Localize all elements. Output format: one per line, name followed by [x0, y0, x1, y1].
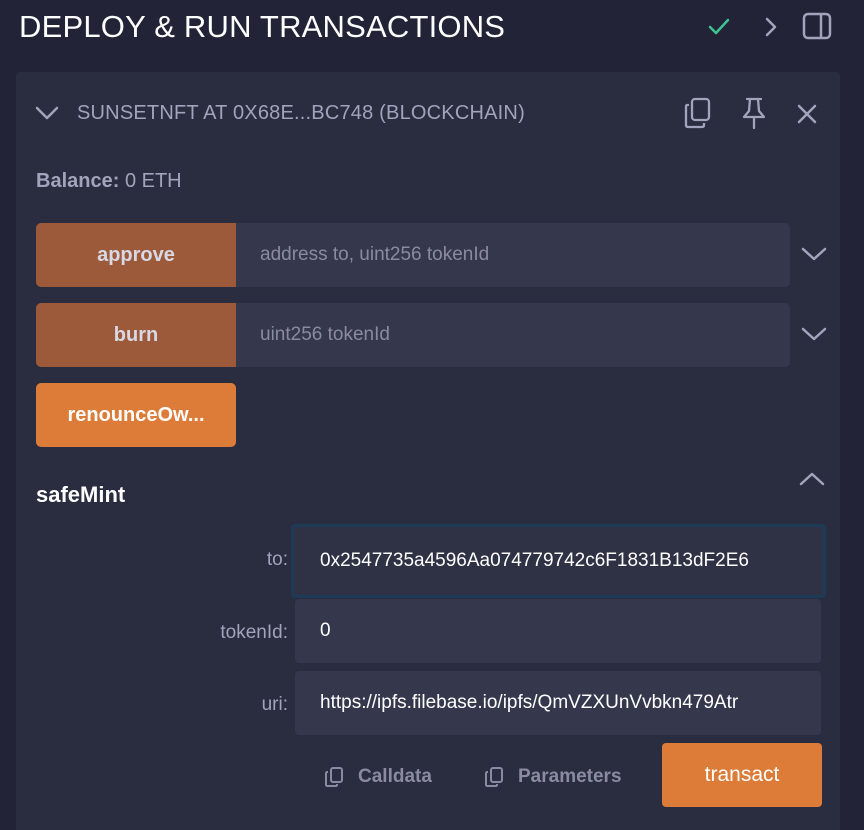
balance-value: 0 ETH	[124, 170, 182, 192]
balance-label: Balance:	[36, 170, 120, 192]
check-icon	[708, 18, 730, 35]
param-input-token-id[interactable]: 0	[295, 599, 821, 663]
copy-icon	[325, 767, 343, 787]
copy-icon[interactable]	[683, 96, 713, 130]
contract-instance-panel: SUNSETNFT AT 0X68E...BC748 (BLOCKCHAIN) …	[16, 72, 840, 830]
instance-header[interactable]: SUNSETNFT AT 0X68E...BC748 (BLOCKCHAIN)	[16, 72, 840, 156]
param-input-uri[interactable]: https://ipfs.filebase.io/ipfs/QmVZXUnVvb…	[295, 671, 821, 735]
close-icon[interactable]	[795, 102, 819, 126]
function-row-approve: approve address to, uint256 tokenId	[36, 223, 836, 287]
param-label-uri: uri:	[261, 694, 288, 715]
calldata-label: Calldata	[358, 766, 432, 787]
panel-title: DEPLOY & RUN TRANSACTIONS	[19, 9, 506, 44]
calldata-button[interactable]: Calldata	[324, 762, 432, 792]
chevron-right-icon[interactable]	[760, 14, 782, 40]
instance-title: SUNSETNFT AT 0X68E...BC748 (BLOCKCHAIN)	[77, 102, 525, 124]
sidebar-toggle-icon[interactable]	[802, 12, 832, 40]
chevron-down-icon[interactable]	[34, 102, 60, 124]
function-row-burn: burn uint256 tokenId	[36, 303, 836, 367]
approve-button[interactable]: approve	[36, 223, 236, 287]
parameters-button[interactable]: Parameters	[484, 762, 622, 792]
renounce-ownership-button[interactable]: renounceOw...	[36, 383, 236, 447]
param-label-to: to:	[266, 549, 288, 570]
panel-header: DEPLOY & RUN TRANSACTIONS	[0, 0, 864, 56]
approve-input[interactable]: address to, uint256 tokenId	[236, 223, 790, 287]
burn-button[interactable]: burn	[36, 303, 236, 367]
param-label-token-id: tokenId:	[220, 622, 288, 643]
burn-input[interactable]: uint256 tokenId	[236, 303, 790, 367]
pin-icon[interactable]	[739, 96, 769, 130]
transact-button[interactable]: transact	[662, 743, 822, 807]
chevron-up-icon[interactable]	[798, 466, 826, 492]
balance: Balance: 0 ETH	[36, 170, 182, 193]
chevron-down-icon[interactable]	[800, 321, 828, 347]
chevron-down-icon[interactable]	[800, 241, 828, 267]
param-input-to[interactable]: 0x2547735a4596Aa074779742c6F1831B13dF2E6	[291, 524, 826, 598]
parameters-label: Parameters	[518, 766, 622, 787]
copy-icon	[485, 767, 503, 787]
safe-mint-title: safeMint	[36, 482, 126, 507]
